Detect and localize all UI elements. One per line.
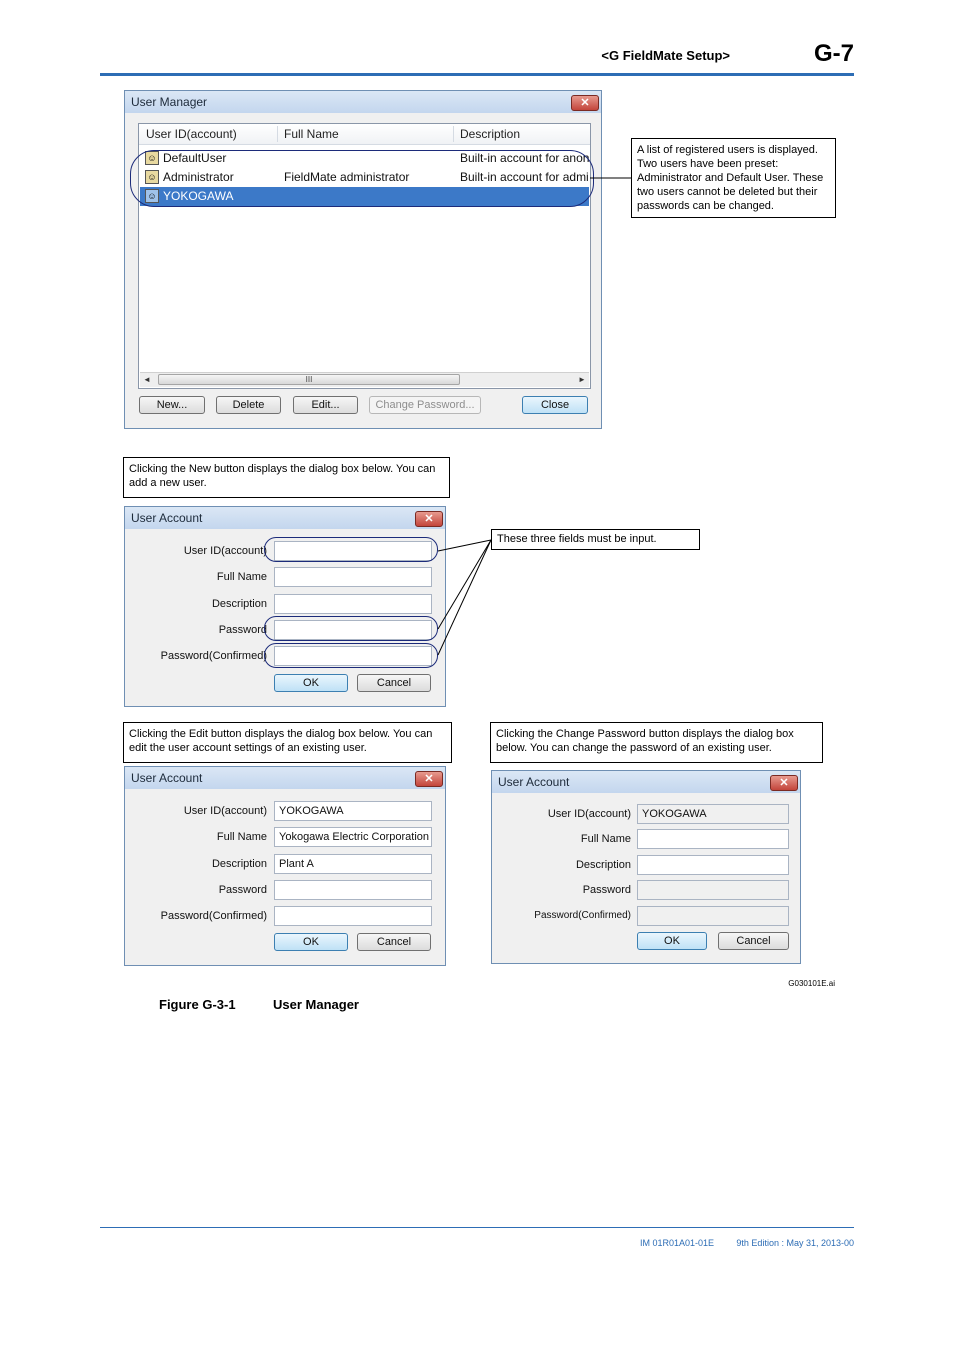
scroll-thumb[interactable]: III (158, 374, 460, 385)
highlight-oval (264, 616, 438, 641)
cancel-button[interactable]: Cancel (357, 933, 431, 951)
column-separator (277, 126, 278, 142)
callout-new: Clicking the New button displays the dia… (123, 457, 450, 498)
highlight-oval (264, 643, 438, 668)
password-confirmed-label: Password(Confirmed) (534, 910, 631, 921)
password-field[interactable] (637, 880, 789, 900)
full-name-field[interactable]: Yokogawa Electric Corporation (274, 827, 432, 847)
header-rule (100, 73, 854, 76)
edit-button[interactable]: Edit... (293, 396, 358, 414)
ok-button[interactable]: OK (274, 933, 348, 951)
column-header-full-name[interactable]: Full Name (284, 127, 339, 141)
ok-button[interactable]: OK (637, 932, 707, 950)
page-number: G-7 (813, 40, 854, 67)
horizontal-scrollbar[interactable]: ◄ III ► (140, 372, 589, 387)
edition: 9th Edition : May 31, 2013-00 (736, 1238, 854, 1248)
document-number: IM 01R01A01-01E (640, 1238, 715, 1248)
callout-leader (590, 177, 631, 179)
scroll-left-icon[interactable]: ◄ (140, 373, 154, 387)
close-button[interactable]: Close (522, 396, 588, 414)
edit-user-account-window: User Account ✕ User ID(account) YOKOGAWA… (124, 766, 446, 966)
full-name-label: Full Name (216, 571, 267, 583)
user-id-label: User ID(account) (183, 805, 267, 817)
password-label: Password (218, 624, 267, 636)
description-field[interactable] (274, 594, 432, 614)
highlight-oval (130, 150, 594, 207)
column-separator (453, 126, 454, 142)
window-title: User Account (131, 511, 203, 525)
user-id-label: User ID(account) (183, 545, 267, 557)
close-icon[interactable]: ✕ (770, 775, 798, 791)
password-label: Password (218, 884, 267, 896)
description-label: Description (211, 858, 267, 870)
full-name-field[interactable] (637, 829, 789, 849)
new-button[interactable]: New... (139, 396, 205, 414)
full-name-field[interactable] (274, 567, 432, 587)
password-confirmed-field[interactable] (637, 906, 789, 926)
user-id-label: User ID(account) (547, 808, 631, 820)
cancel-button[interactable]: Cancel (357, 674, 431, 692)
titlebar: User Manager ✕ (125, 91, 601, 113)
callout-required: These three fields must be input. (491, 529, 700, 550)
window-title: User Manager (131, 95, 208, 109)
password-field[interactable] (274, 880, 432, 900)
callout-edit: Clicking the Edit button displays the di… (123, 722, 452, 763)
description-label: Description (211, 598, 267, 610)
password-label: Password (582, 884, 631, 896)
user-id-field[interactable]: YOKOGAWA (274, 801, 432, 821)
list-header: User ID(account) Full Name Description (139, 124, 590, 145)
user-manager-window: User Manager ✕ User ID(account) Full Nam… (124, 90, 602, 429)
footer-rule (100, 1227, 854, 1228)
highlight-oval (264, 537, 438, 562)
window-title: User Account (498, 775, 570, 789)
manual-page: <G FieldMate Setup> G-7 User Manager ✕ U… (0, 0, 954, 1350)
description-field[interactable] (637, 855, 789, 875)
window-title: User Account (131, 771, 203, 785)
titlebar: User Account ✕ (125, 767, 445, 789)
description-label: Description (575, 859, 631, 871)
scroll-right-icon[interactable]: ► (575, 373, 589, 387)
description-field[interactable]: Plant A (274, 854, 432, 874)
section-title: <G FieldMate Setup> (601, 48, 730, 63)
column-header-user-id[interactable]: User ID(account) (146, 127, 237, 141)
close-icon[interactable]: ✕ (415, 771, 443, 787)
full-name-label: Full Name (580, 833, 631, 845)
change-password-window: User Account ✕ User ID(account) YOKOGAWA… (491, 770, 801, 964)
password-confirmed-field[interactable] (274, 906, 432, 926)
callout-list: A list of registered users is displayed.… (631, 138, 836, 218)
ok-button[interactable]: OK (274, 674, 348, 692)
figure-title: User Manager (273, 997, 359, 1012)
titlebar: User Account ✕ (125, 507, 445, 529)
full-name-label: Full Name (216, 831, 267, 843)
figure-file-name: G030101E.ai (788, 979, 835, 988)
password-confirmed-label: Password(Confirmed) (160, 910, 267, 922)
user-id-field: YOKOGAWA (637, 804, 789, 824)
delete-button[interactable]: Delete (216, 396, 281, 414)
titlebar: User Account ✕ (492, 771, 800, 793)
figure-number: Figure G-3-1 (159, 997, 236, 1012)
change-password-button[interactable]: Change Password... (369, 396, 481, 414)
close-icon[interactable]: ✕ (415, 511, 443, 527)
column-header-description[interactable]: Description (460, 127, 520, 141)
callout-leaders (437, 539, 492, 656)
cancel-button[interactable]: Cancel (718, 932, 789, 950)
password-confirmed-label: Password(Confirmed) (160, 650, 267, 662)
close-icon[interactable]: ✕ (571, 95, 599, 111)
callout-change-password: Clicking the Change Password button disp… (490, 722, 823, 763)
